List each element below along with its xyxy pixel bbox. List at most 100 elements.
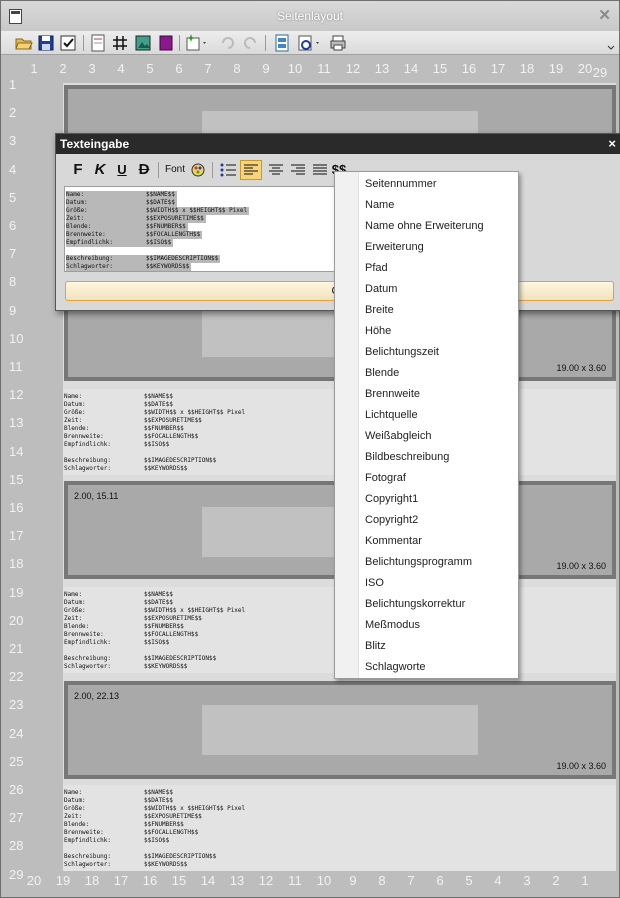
ruler-tick: 5 [9,189,17,205]
page-icon[interactable] [89,34,107,52]
menu-item[interactable]: Pfad [365,258,515,279]
meta-key: Zeit: [64,813,83,820]
font-color-icon[interactable] [188,160,208,180]
ruler-tick: 15 [171,873,187,888]
ruler-bottom: 20 19 18 17 16 15 14 13 12 11 10 9 8 7 6 5 4 3 2 1 [9,871,613,891]
meta-key: Datum: [64,599,86,606]
ruler-tick: 18 [84,873,100,888]
ruler-tick: 9 [349,873,357,888]
meta-key: Blende: [64,623,90,630]
menu-item[interactable]: Meßmodus [365,615,515,636]
meta-row: Beschreibung: $$IMAGEDESCRIPTION$$ [66,255,339,263]
ruler-tick: 16 [142,873,158,888]
menu-item[interactable]: Weißabgleich [365,426,515,447]
meta-value: $$NAME$$ [146,191,177,199]
menu-item[interactable]: Erweiterung [365,237,515,258]
save-disk-icon[interactable] [37,34,55,52]
meta-value: $$DATE$$ [146,199,177,207]
image-frame[interactable]: 2.00, 22.13 19.00 x 3.60 [64,681,616,779]
open-folder-icon[interactable] [15,34,33,52]
menu-item[interactable]: Seitennummer [365,174,515,195]
meta-key: Zeit: [64,417,83,424]
ruler-tick: 20 [26,873,42,888]
meta-row: Datum: $$DATE$$ [64,797,616,805]
menu-item[interactable]: Lichtquelle [365,405,515,426]
italic-button[interactable]: K [92,160,108,180]
menu-item[interactable]: Copyright1 [365,489,515,510]
menu-item[interactable]: Breite [365,300,515,321]
ruler-tick: 10 [9,330,24,346]
dialog-title-bar[interactable]: Texteingabe × [56,134,620,154]
redo-icon[interactable] [241,34,259,52]
dialog-title: Texteingabe [60,137,130,151]
ruler-tick: 12 [9,387,24,403]
ruler-tick: 2 [552,873,560,888]
menu-item[interactable]: Blende [365,363,515,384]
menu-item[interactable]: Schlagworte [365,657,515,678]
bullet-list-icon[interactable] [218,160,238,180]
meta-value: $$FNUMBER$$ [144,425,184,432]
meta-key: Größe: [64,607,86,614]
align-justify-icon[interactable] [310,160,330,180]
meta-key: Name: [66,191,146,199]
ruler-tick: 6 [436,873,444,888]
menu-item[interactable]: Höhe [365,321,515,342]
ruler-tick: 1 [581,873,589,888]
meta-row: Name: $$NAME$$ [66,191,339,199]
ruler-tick: 4 [117,61,125,76]
close-icon[interactable]: ✕ [598,6,611,24]
meta-key: Schlagworter: [66,263,146,271]
image-frame-icon[interactable] [134,34,152,52]
menu-item[interactable]: Blitz [365,636,515,657]
menu-item[interactable]: Copyright2 [365,510,515,531]
checkbox-icon[interactable] [59,34,77,52]
meta-value: $$FNUMBER$$ [146,223,188,231]
menu-item[interactable]: Fotograf [365,468,515,489]
meta-text-block[interactable]: Name: $$NAME$$ Datum: $$DATE$$ Größe: $$WIDTH… [63,785,616,871]
menu-item[interactable]: Name ohne Erweiterung [365,216,515,237]
align-right-icon[interactable] [288,160,308,180]
meta-value: $$IMAGEDESCRIPTION$$ [144,655,217,662]
meta-value: $$FOCALLENGTH$$ [146,231,203,239]
layout-icon[interactable] [273,34,291,52]
grid-icon[interactable] [111,34,129,52]
dialog-close-icon[interactable]: × [608,136,616,151]
toolbar-overflow-icon[interactable] [605,34,617,52]
menu-item[interactable]: ISO [365,573,515,594]
meta-value: $$ISO$$ [144,639,170,646]
meta-value: $$NAME$$ [144,393,173,400]
meta-key: Empfindlichk: [64,441,111,448]
meta-row: Name: $$NAME$$ [64,789,616,797]
menu-item[interactable]: Belichtungszeit [365,342,515,363]
frame-size: 19.00 x 3.60 [556,761,606,771]
underline-button[interactable]: U [114,160,130,180]
menu-item[interactable]: Belichtungskorrektur [365,594,515,615]
menu-item[interactable]: Datum [365,279,515,300]
title-bar[interactable]: Seitenlayout ✕ [1,1,619,31]
meta-row: Schlagworter: $$KEYWORDS$$ [64,861,616,869]
menu-item[interactable]: Kommentar [365,531,515,552]
ruler-tick: 2 [59,61,67,76]
font-button[interactable]: Font [164,160,186,180]
print-icon[interactable] [329,34,347,52]
bold-button[interactable]: F [70,160,86,180]
menu-item[interactable]: Brennweite [365,384,515,405]
meta-key: Datum: [66,199,146,207]
undo-icon[interactable] [219,34,237,52]
meta-row: Schlagworter: $$KEYWORDS$$ [66,263,339,271]
align-center-icon[interactable] [266,160,286,180]
text-editor[interactable]: Name: $$NAME$$ Datum: $$DATE$$ Größe: $$WIDTH… [64,186,340,272]
preview-icon[interactable] [297,34,319,52]
insert-text-icon[interactable] [185,34,206,52]
ruler-tick: 16 [9,500,24,515]
strikethrough-button[interactable]: D [136,160,152,180]
meta-value: $$WIDTH$$ x $$HEIGHT$$ Pixel [144,409,246,416]
menu-item[interactable]: Name [365,195,515,216]
meta-key: Brennweite: [64,829,104,836]
menu-item[interactable]: Belichtungsprogramm [365,552,515,573]
ruler-tick: 17 [113,873,129,888]
align-left-icon[interactable] [240,160,262,180]
color-fill-icon[interactable] [157,34,175,52]
menu-item[interactable]: Bildbeschreibung [365,447,515,468]
ruler-tick: 10 [287,61,303,76]
